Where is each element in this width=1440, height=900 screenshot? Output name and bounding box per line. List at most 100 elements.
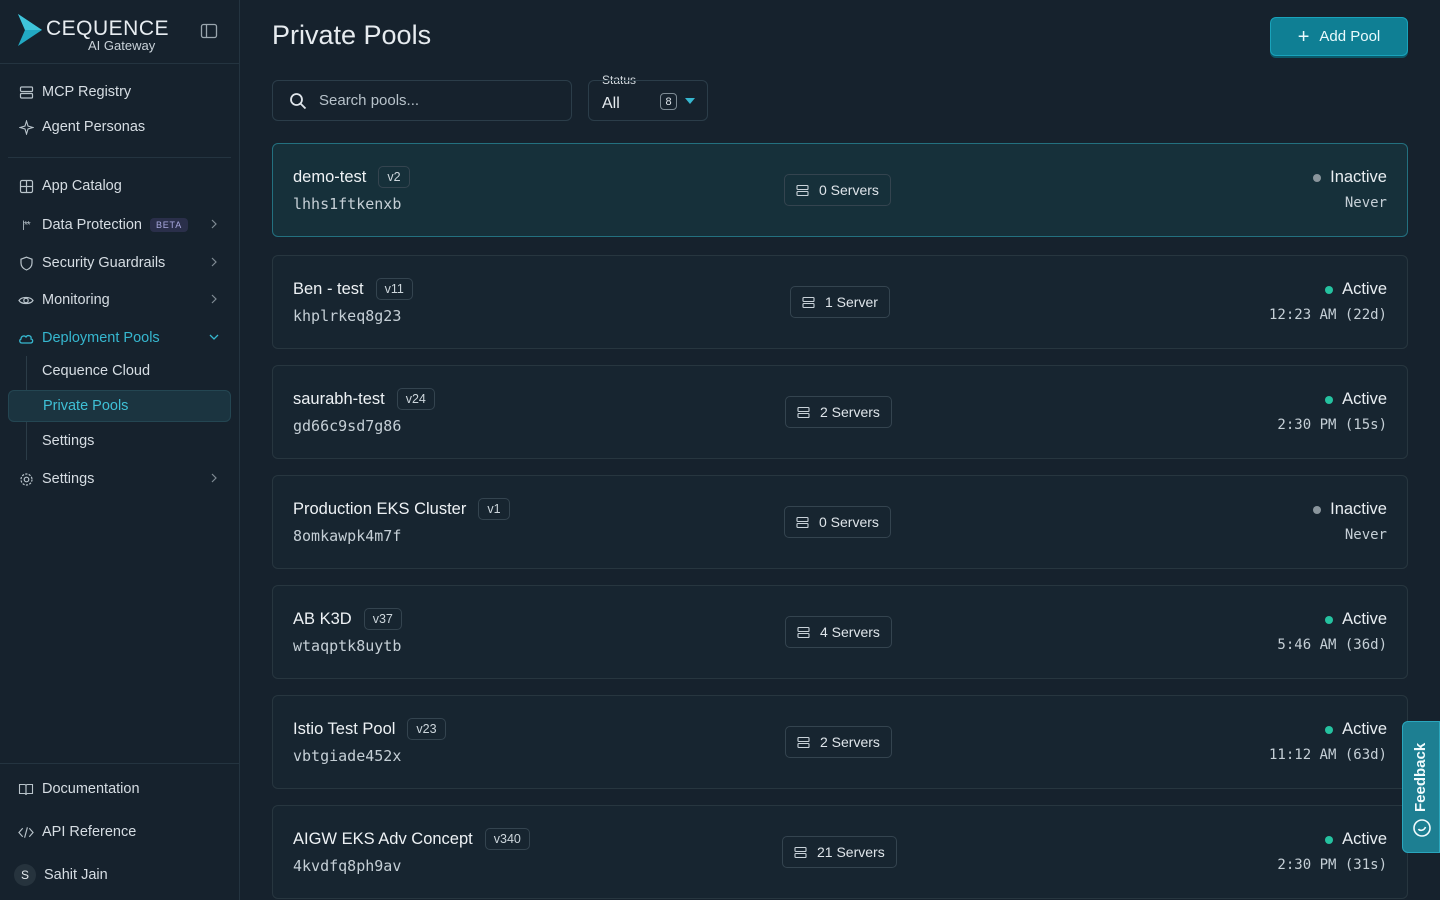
pool-servers-count: 2 Servers [820,734,880,750]
pool-card-production-eks-cluster[interactable]: Production EKS Cluster v1 8omkawpk4m7f 0 … [272,475,1408,569]
sidebar-subitem-settings[interactable]: Settings [8,425,231,457]
sidebar-item-agent-personas[interactable]: Agent Personas [8,111,231,143]
pool-version: v1 [478,498,510,520]
sidebar-item-monitoring[interactable]: Monitoring [8,284,231,316]
sidebar-item-label: Monitoring [42,292,110,308]
sidebar: CEQUENCE AI Gateway MCP Registry Agent P… [0,0,240,900]
sidebar-item-label: Security Guardrails [42,255,166,271]
feedback-tab[interactable]: Feedback [1402,721,1440,853]
sidebar-subitem-private-pools[interactable]: Private Pools [8,390,231,422]
sidebar-collapse-icon[interactable] [200,22,218,40]
sidebar-item-settings[interactable]: Settings [8,463,231,495]
divider [8,157,231,158]
add-pool-button[interactable]: + Add Pool [1270,17,1408,56]
pool-servers-count: 0 Servers [819,514,879,530]
pool-id: wtaqptk8uytb [293,637,402,655]
feedback-label: Feedback [1412,742,1429,812]
pool-status: Active [1325,720,1387,739]
pool-status: Inactive [1313,500,1387,519]
pool-servers-count: 4 Servers [820,624,880,640]
pool-status-label: Active [1342,610,1387,628]
plus-icon: + [1297,25,1310,48]
pool-version: v11 [375,278,413,300]
eye-icon [18,292,34,308]
sidebar-subitem-label: Private Pools [43,398,129,414]
search-box[interactable] [272,80,572,121]
pool-last-seen: 11:12 AM (63d) [1268,747,1387,763]
sidebar-item-mcp-registry[interactable]: MCP Registry [8,76,231,108]
sidebar-subitem-label: Settings [42,433,95,449]
pool-id: lhhs1ftkenxb [293,195,402,213]
pool-card-ab-k3d[interactable]: AB K3D v37 wtaqptk8uytb 4 Servers Active … [272,585,1408,679]
pool-status: Active [1325,280,1387,299]
pool-status: Active [1325,390,1387,409]
grid-icon [18,178,34,194]
pool-status-label: Inactive [1330,168,1387,186]
status-dot-active [1325,285,1334,294]
search-input[interactable] [319,92,549,109]
sidebar-subitem-cequence-cloud[interactable]: Cequence Cloud [8,355,231,387]
pool-last-seen: Never [1344,195,1387,211]
status-dot-active [1325,395,1334,404]
shield-icon [18,255,34,271]
chevron-right-icon [211,473,217,483]
pool-card-demo-test[interactable]: demo-test v2 lhhs1ftkenxb 0 Servers Inact… [272,143,1408,237]
pool-version: v340 [484,828,530,850]
divider [0,763,240,764]
pool-name: demo-test [293,167,367,186]
code-icon [18,824,34,840]
pool-last-seen: 2:30 PM (15s) [1277,417,1387,433]
sidebar-item-label: Deployment Pools [42,330,160,346]
pool-servers-count: 21 Servers [817,844,885,860]
caret-down-icon [685,98,695,104]
pool-status: Active [1325,610,1387,629]
pool-status-label: Inactive [1330,500,1387,518]
pool-status: Active [1325,830,1387,849]
sidebar-item-documentation[interactable]: Documentation [8,773,231,805]
user-menu[interactable]: S Sahit Jain [8,859,231,891]
server-icon [797,626,810,639]
chevron-down-icon [209,334,219,340]
sidebar-subitem-label: Cequence Cloud [42,363,151,379]
pool-name: saurabh-test [293,389,385,408]
pool-name: AIGW EKS Adv Concept [293,829,473,848]
status-filter-select[interactable]: All 8 [588,80,708,121]
server-icon [18,84,34,100]
pool-status-label: Active [1342,830,1387,848]
pool-servers: 2 Servers [785,396,892,428]
sidebar-item-app-catalog[interactable]: App Catalog [8,170,231,202]
sparkle-icon [18,119,34,135]
brand[interactable]: CEQUENCE AI Gateway [18,14,218,54]
pool-card-ben-test[interactable]: Ben - test v11 khplrkeq8g23 1 Server Acti… [272,255,1408,349]
sidebar-item-deployment-pools[interactable]: Deployment Pools [8,322,231,354]
avatar: S [14,864,36,886]
sidebar-item-security-guardrails[interactable]: Security Guardrails [8,247,231,279]
pool-last-seen: 2:30 PM (31s) [1277,857,1387,873]
status-count-badge: 8 [660,93,677,110]
status-dot-active [1325,835,1334,844]
sidebar-item-api-reference[interactable]: API Reference [8,816,231,848]
masked-data-icon: |** [22,219,30,231]
divider [0,63,240,64]
user-name: Sahit Jain [44,867,108,883]
server-icon [796,184,809,197]
cequence-logo-icon [18,14,42,46]
pool-card-istio-test-pool[interactable]: Istio Test Pool v23 vbtgiade452x 2 Server… [272,695,1408,789]
pool-version: v23 [407,718,446,740]
sidebar-item-data-protection[interactable]: |** Data Protection BETA [8,209,231,241]
pool-status-label: Active [1342,390,1387,408]
pool-id: khplrkeq8g23 [293,307,402,325]
status-dot-inactive [1313,173,1322,182]
pool-id: gd66c9sd7g86 [293,417,402,435]
pool-servers: 2 Servers [785,726,892,758]
pool-name: AB K3D [293,609,352,628]
sidebar-item-label: Settings [42,471,95,487]
pool-name: Ben - test [293,279,364,298]
book-icon [18,781,34,797]
status-filter-value: All [602,94,620,112]
pool-card-aigw-eks-adv-concept[interactable]: AIGW EKS Adv Concept v340 4kvdfq8ph9av 21… [272,805,1408,899]
pool-name: Production EKS Cluster [293,499,467,518]
pool-servers-count: 2 Servers [820,404,880,420]
pool-id: 8omkawpk4m7f [293,527,402,545]
pool-card-saurabh-test[interactable]: saurabh-test v24 gd66c9sd7g86 2 Servers A… [272,365,1408,459]
